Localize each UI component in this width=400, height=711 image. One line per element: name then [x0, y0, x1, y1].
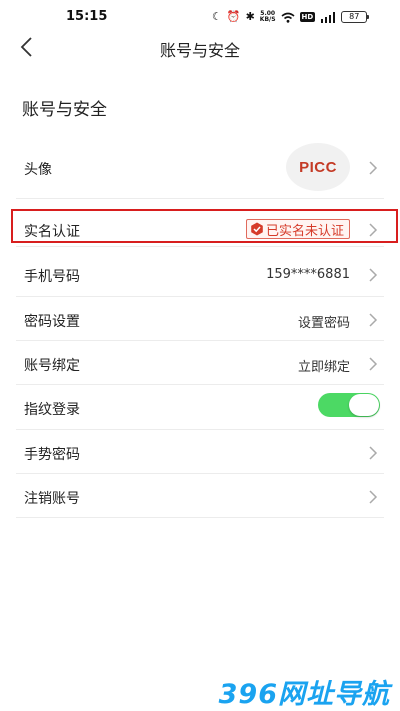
cancel-account-row[interactable]: 注销账号	[16, 474, 384, 518]
battery-indicator: 87	[341, 11, 370, 23]
page-title: 账号与安全	[159, 41, 240, 60]
section-heading: 账号与安全	[22, 100, 107, 120]
password-value: 设置密码	[297, 316, 350, 331]
real-name-row[interactable]: 实名认证 已实名未认证	[16, 211, 384, 247]
avatar[interactable]: PICC	[286, 143, 350, 191]
alarm-icon: ⏰	[226, 10, 241, 23]
row-label-real-name: 实名认证	[24, 224, 80, 240]
gesture-password-row[interactable]: 手势密码	[16, 430, 384, 474]
chevron-right-icon	[369, 357, 378, 371]
wifi-icon	[281, 12, 295, 23]
avatar-row[interactable]: 头像 PICC	[16, 137, 384, 199]
fingerprint-row: 指纹登录	[16, 385, 384, 430]
verification-badge: 已实名未认证	[245, 219, 350, 239]
account-binding-row[interactable]: 账号绑定 立即绑定	[16, 341, 384, 385]
net-speed: 5.00 KB/S	[260, 11, 276, 23]
avatar-logo-text: PICC	[299, 158, 337, 176]
watermark: 396网址导航	[218, 679, 390, 710]
chevron-right-icon	[369, 223, 378, 237]
signal-icon	[321, 11, 336, 23]
account-binding-value: 立即绑定	[297, 360, 350, 375]
row-label-password: 密码设置	[24, 314, 80, 330]
chevron-right-icon	[369, 268, 378, 282]
row-label-account-binding: 账号绑定	[24, 358, 80, 374]
toggle-knob	[349, 394, 379, 416]
status-bar: 15:15 ☾ ⏰ ✱ 5.00 KB/S HD 87	[0, 0, 400, 34]
status-icons: ☾ ⏰ ✱ 5.00 KB/S HD 87	[212, 10, 370, 24]
chevron-right-icon	[369, 490, 378, 504]
verification-badge-text: 已实名未认证	[265, 223, 344, 239]
row-label-cancel-account: 注销账号	[24, 491, 80, 507]
phone-row[interactable]: 手机号码 159****6881	[16, 253, 384, 297]
row-label-phone: 手机号码	[24, 269, 80, 285]
password-row[interactable]: 密码设置 设置密码	[16, 297, 384, 341]
row-label-gesture-password: 手势密码	[24, 447, 80, 463]
fingerprint-toggle[interactable]	[318, 393, 380, 417]
chevron-right-icon	[369, 313, 378, 327]
row-label-avatar: 头像	[24, 162, 52, 178]
chevron-right-icon	[369, 161, 378, 175]
moon-icon: ☾	[212, 10, 222, 23]
phone-value: 159****6881	[266, 267, 350, 282]
hd-badge: HD	[299, 12, 316, 22]
status-time: 15:15	[66, 9, 108, 24]
net-speed-unit: KB/S	[259, 16, 276, 23]
row-label-fingerprint: 指纹登录	[24, 402, 80, 418]
verified-shield-icon	[251, 222, 263, 236]
nav-bar: 账号与安全	[0, 30, 400, 64]
bluetooth-icon: ✱	[245, 10, 255, 23]
chevron-right-icon	[369, 446, 378, 460]
